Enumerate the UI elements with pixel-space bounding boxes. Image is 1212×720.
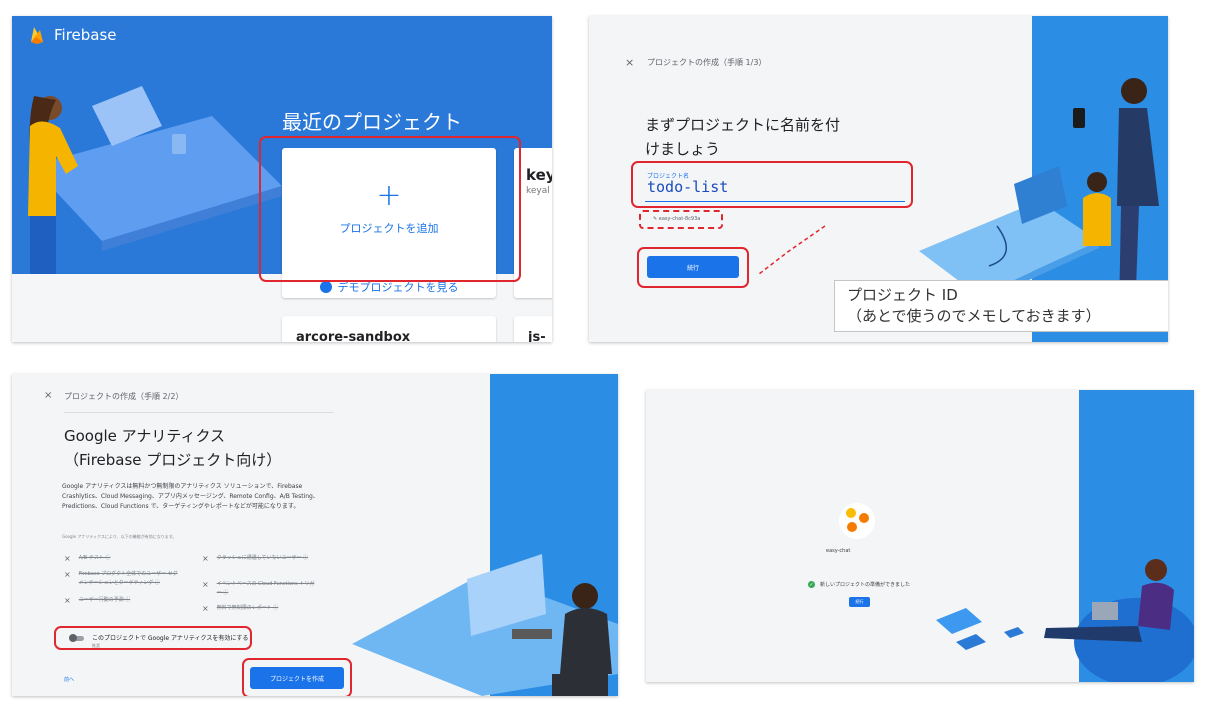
ready-status: ✓ 新しいプロジェクトの準備ができました bbox=[808, 581, 910, 588]
status-text: 新しいプロジェクトの準備ができました bbox=[820, 582, 911, 588]
heading-line-1: まずプロジェクトに名前を付 bbox=[645, 116, 841, 134]
close-icon[interactable]: × bbox=[625, 56, 634, 69]
project-card-title: key bbox=[526, 166, 552, 184]
divider bbox=[64, 412, 334, 413]
firebase-brand[interactable]: Firebase bbox=[30, 26, 117, 44]
project-name: easy-chat bbox=[826, 548, 851, 554]
feature-item: × ユーザー行動の予測 ⓘ bbox=[64, 596, 179, 605]
highlight-create-button bbox=[242, 658, 352, 696]
firebase-logo-icon bbox=[31, 27, 43, 44]
feature-item: × 無料で無制限のレポート ⓘ bbox=[202, 604, 317, 613]
ready-illustration bbox=[839, 503, 1194, 682]
step-label: プロジェクトの作成（手順 1/3） bbox=[647, 58, 767, 67]
recent-projects-title: 最近のプロジェクト bbox=[282, 110, 462, 134]
highlight-project-id bbox=[639, 210, 723, 229]
project-card-arcore[interactable]: arcore-sandbox bbox=[282, 316, 496, 342]
analytics-description: Google アナリティクスは無料かつ無制限のアナリティクス ソリューションで、… bbox=[62, 483, 319, 510]
callout-line-2: （あとで使うのでメモしておきます） bbox=[847, 307, 1101, 325]
feature-text: ユーザー行動の予測 ⓘ bbox=[78, 597, 131, 603]
page-title: Google アナリティクス （Firebase プロジェクト向け） bbox=[64, 424, 281, 472]
back-link[interactable]: 前へ bbox=[64, 676, 74, 683]
firebase-console-panel: Firebase 最近のプロジェクト + プロジェクトを追加 デモプロジェクトを… bbox=[12, 16, 552, 342]
project-card-subtitle: keyal bbox=[526, 186, 550, 196]
project-card-title: arcore-sandbox bbox=[296, 330, 411, 342]
heading-line-2: けましょう bbox=[645, 140, 721, 158]
close-icon: × bbox=[64, 596, 71, 605]
title-line-1: Google アナリティクス bbox=[64, 427, 226, 445]
highlight-continue bbox=[637, 247, 749, 288]
page-title: まずプロジェクトに名前を付 けましょう bbox=[645, 113, 905, 161]
close-icon: × bbox=[202, 554, 209, 563]
create-project-step1-panel: × プロジェクトの作成（手順 1/3） まずプロジェクトに名前を付 けましょう … bbox=[589, 16, 1168, 342]
title-line-2: （Firebase プロジェクト向け） bbox=[64, 451, 282, 469]
project-logo-icon bbox=[839, 503, 875, 539]
feature-text: クラッシュに遭遇していないユーザー ⓘ bbox=[216, 555, 309, 561]
feature-item: × Firebase プロダクト全体でのユーザー セグメンテーションとターゲティン… bbox=[64, 570, 179, 588]
google-analytics-panel: × プロジェクトの作成（手順 2/2） Google アナリティクス （Fire… bbox=[12, 374, 618, 696]
feature-text: イベントベースの Cloud Functions トリガー ⓘ bbox=[216, 581, 315, 596]
callout-line-1: プロジェクト ID bbox=[847, 286, 958, 304]
highlight-analytics-toggle bbox=[54, 626, 252, 650]
close-icon: × bbox=[202, 580, 209, 589]
feature-text: Firebase プロダクト全体でのユーザー セグメンテーションとターゲティング… bbox=[78, 571, 178, 586]
feature-item: × イベントベースの Cloud Functions トリガー ⓘ bbox=[202, 580, 317, 598]
step-label: プロジェクトの作成（手順 2/2） bbox=[64, 392, 184, 401]
close-icon: × bbox=[64, 570, 71, 579]
compass-icon bbox=[319, 281, 332, 293]
close-icon: × bbox=[64, 554, 71, 563]
feature-item: × クラッシュに遭遇していないユーザー ⓘ bbox=[202, 554, 317, 563]
feature-text: A/B テスト ⓘ bbox=[78, 555, 111, 561]
project-ready-panel: easy-chat ✓ 新しいプロジェクトの準備ができました 続行 bbox=[646, 390, 1194, 682]
highlight-project-name bbox=[631, 161, 913, 208]
brand-name: Firebase bbox=[54, 26, 117, 44]
continue-button[interactable]: 続行 bbox=[849, 597, 870, 607]
highlight-add-project bbox=[259, 136, 521, 282]
features-heading: Google アナリティクスにより、以下の機能が有効になります。 bbox=[62, 534, 177, 539]
project-id-callout: プロジェクト ID （あとで使うのでメモしておきます） bbox=[834, 280, 1168, 332]
check-icon: ✓ bbox=[808, 581, 815, 588]
project-card-title: js- bbox=[528, 330, 546, 342]
close-icon: × bbox=[202, 604, 209, 613]
feature-item: × A/B テスト ⓘ bbox=[64, 554, 179, 563]
feature-text: 無料で無制限のレポート ⓘ bbox=[216, 605, 279, 611]
project-card-js[interactable]: js- bbox=[514, 316, 552, 342]
close-icon[interactable]: × bbox=[44, 390, 52, 401]
